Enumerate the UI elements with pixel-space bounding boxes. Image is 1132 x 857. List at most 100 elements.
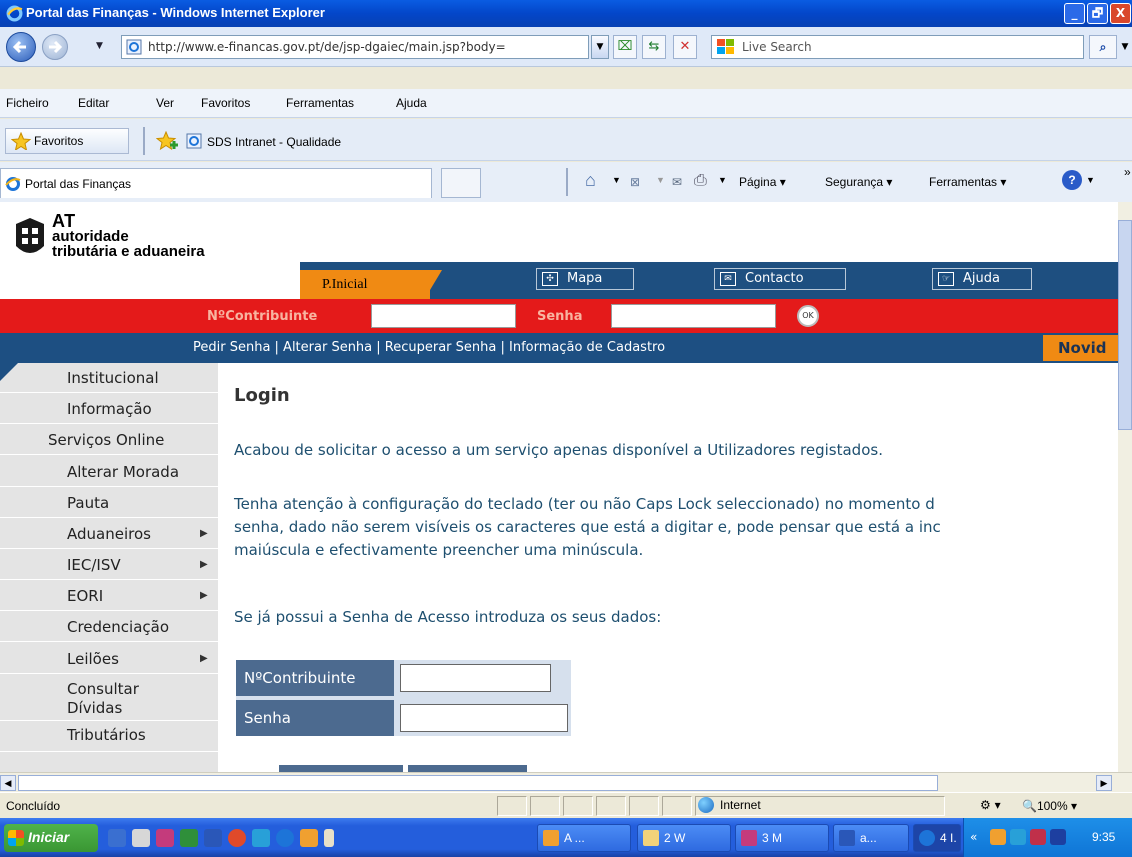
- add-favorite-icon[interactable]: [156, 131, 178, 151]
- protected-mode-icon[interactable]: ⚙ ▾: [980, 798, 1001, 812]
- clear-button[interactable]: [408, 765, 527, 772]
- tray-icon[interactable]: [1010, 829, 1026, 845]
- stop-icon[interactable]: ✕: [673, 35, 697, 59]
- quick-nif-input[interactable]: [371, 304, 516, 328]
- mail-icon[interactable]: ✉: [672, 175, 682, 189]
- back-button[interactable]: [6, 32, 36, 62]
- nav-contact[interactable]: ✉ Contacto: [714, 268, 846, 290]
- sidebar-item-informacao[interactable]: Informação: [0, 394, 218, 424]
- tray-expand-icon[interactable]: «: [970, 830, 977, 844]
- nav-map[interactable]: ✣ Mapa: [536, 268, 634, 290]
- submit-button[interactable]: [279, 765, 403, 772]
- quicklaunch-icon[interactable]: [324, 829, 334, 847]
- favorite-link-sds[interactable]: SDS Intranet - Qualidade: [207, 135, 341, 149]
- sidebar-item-institucional[interactable]: Institucional: [0, 363, 218, 393]
- ie-icon[interactable]: [276, 829, 294, 847]
- new-tab-button[interactable]: [441, 168, 481, 198]
- search-input[interactable]: Live Search: [711, 35, 1084, 59]
- sidebar-item-consultar-dividas[interactable]: Consultar Dívidas: [0, 675, 218, 721]
- task-item[interactable]: a...: [833, 824, 909, 852]
- quick-password-label: Senha: [537, 309, 583, 324]
- task-item[interactable]: 2 W: [637, 824, 731, 852]
- task-item[interactable]: 3 M: [735, 824, 829, 852]
- more-chevron-icon[interactable]: »: [1124, 165, 1131, 179]
- page-menu[interactable]: Página ▾: [739, 175, 786, 189]
- password-input[interactable]: [400, 704, 568, 732]
- security-menu[interactable]: Segurança ▾: [825, 175, 892, 189]
- sidebar-item-tributarios[interactable]: Tributários: [0, 722, 218, 752]
- tray-icon[interactable]: [990, 829, 1006, 845]
- clock[interactable]: 9:35: [1092, 830, 1115, 844]
- menu-help[interactable]: Ajuda: [396, 96, 427, 110]
- menu-view[interactable]: Ver: [156, 96, 174, 110]
- scroll-left-icon[interactable]: ◀: [0, 775, 16, 791]
- sidebar-item-eori[interactable]: EORI ▶: [0, 581, 218, 611]
- start-label: Iniciar: [28, 829, 70, 845]
- excel-icon[interactable]: [180, 829, 198, 847]
- help-dropdown-icon[interactable]: ▼: [1086, 175, 1095, 185]
- instructions-text: Se já possui a Senha de Acesso introduza…: [234, 608, 662, 626]
- account-links[interactable]: Pedir Senha | Alterar Senha | Recuperar …: [193, 340, 665, 355]
- tray-icon[interactable]: [1030, 829, 1046, 845]
- sidebar-item-servicos-online[interactable]: Serviços Online: [0, 425, 218, 455]
- print-icon[interactable]: ⎙: [694, 172, 707, 190]
- search-dropdown-icon[interactable]: ▼: [1118, 35, 1132, 59]
- quicklaunch-icon[interactable]: [228, 829, 246, 847]
- menu-file[interactable]: Ficheiro: [6, 96, 49, 110]
- horizontal-scroll-thumb[interactable]: [18, 775, 938, 791]
- sidebar-item-aduaneiros[interactable]: Aduaneiros ▶: [0, 519, 218, 549]
- start-button[interactable]: Iniciar: [4, 824, 98, 852]
- home-dropdown-icon[interactable]: ▼: [612, 175, 621, 185]
- sidebar-item-alterar-morada[interactable]: Alterar Morada: [0, 457, 218, 487]
- help-icon[interactable]: ?: [1062, 170, 1082, 190]
- refresh-icon[interactable]: ⇆: [642, 35, 666, 59]
- close-button[interactable]: X: [1110, 3, 1131, 24]
- minimize-button[interactable]: _: [1064, 3, 1085, 24]
- horizontal-scrollbar[interactable]: ◀ ▶: [0, 772, 1132, 792]
- sidebar-item-label: Credenciação: [67, 618, 170, 636]
- feeds-dropdown-icon[interactable]: ▼: [656, 175, 665, 185]
- quick-password-input[interactable]: [611, 304, 776, 328]
- address-dropdown-icon[interactable]: ▼: [591, 35, 609, 59]
- tab-portal[interactable]: Portal das Finanças: [0, 168, 432, 198]
- zoom-level[interactable]: 🔍100% ▾: [1022, 799, 1077, 813]
- home-icon[interactable]: ⌂: [585, 170, 596, 191]
- menu-edit[interactable]: Editar: [78, 96, 109, 110]
- history-dropdown-icon[interactable]: ▼: [96, 41, 103, 51]
- address-input[interactable]: http://www.e-financas.gov.pt/de/jsp-dgai…: [121, 35, 589, 59]
- maximize-button[interactable]: 🗗: [1087, 3, 1108, 24]
- search-button[interactable]: ⌕: [1089, 35, 1117, 59]
- quicklaunch-icon[interactable]: [132, 829, 150, 847]
- nif-input[interactable]: [400, 664, 551, 692]
- tools-menu[interactable]: Ferramentas ▾: [929, 175, 1006, 189]
- menu-favorites[interactable]: Favoritos: [201, 96, 250, 110]
- nav-home[interactable]: P.Inicial: [322, 277, 368, 293]
- quicklaunch-icon[interactable]: [252, 829, 270, 847]
- forward-button[interactable]: [42, 34, 68, 60]
- sidebar-item-iec-isv[interactable]: IEC/ISV ▶: [0, 550, 218, 580]
- menu-tools[interactable]: Ferramentas: [286, 96, 354, 110]
- vertical-scroll-thumb[interactable]: [1118, 220, 1132, 430]
- site-logo[interactable]: AT autoridade tributária e aduaneira: [52, 212, 205, 259]
- tray-icon[interactable]: [1050, 829, 1066, 845]
- task-item[interactable]: A ...: [537, 824, 631, 852]
- security-zone[interactable]: Internet: [698, 797, 761, 813]
- news-label[interactable]: Novid: [1043, 335, 1118, 361]
- sidebar-item-leiloes[interactable]: Leilões ▶: [0, 644, 218, 674]
- print-dropdown-icon[interactable]: ▼: [718, 175, 727, 185]
- status-pane: [662, 796, 692, 816]
- word-icon[interactable]: [204, 829, 222, 847]
- sidebar-item-pauta[interactable]: Pauta: [0, 488, 218, 518]
- task-item-ie[interactable]: 4 I.: [913, 824, 961, 852]
- quicklaunch-icon[interactable]: [108, 829, 126, 847]
- nav-help[interactable]: ☞ Ajuda: [932, 268, 1032, 290]
- quick-ok-button[interactable]: OK: [797, 305, 819, 327]
- sidebar-item-credenciacao[interactable]: Credenciação: [0, 612, 218, 642]
- clock-app-icon[interactable]: [300, 829, 318, 847]
- scroll-right-icon[interactable]: ▶: [1096, 775, 1112, 791]
- favorites-button[interactable]: Favoritos: [5, 128, 129, 154]
- compatibility-icon[interactable]: ⌧: [613, 35, 637, 59]
- feeds-icon[interactable]: ⊠: [630, 175, 640, 189]
- vertical-scrollbar[interactable]: [1118, 202, 1132, 772]
- quicklaunch-icon[interactable]: [156, 829, 174, 847]
